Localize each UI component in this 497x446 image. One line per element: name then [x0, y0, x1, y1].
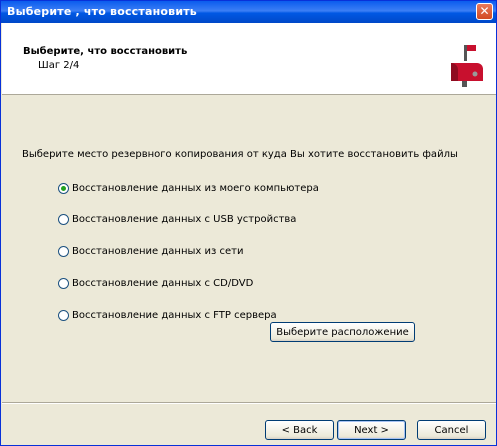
step-indicator: Шаг 2/4: [38, 60, 80, 71]
wizard-header: Выберите, что восстановить Шаг 2/4: [2, 23, 496, 95]
close-button[interactable]: ✕: [476, 3, 493, 20]
option-network[interactable]: Восстановление данных из сети: [58, 244, 243, 258]
cancel-button[interactable]: Cancel: [417, 420, 486, 440]
radio-button[interactable]: [58, 182, 69, 194]
mailbox-icon: [451, 45, 483, 87]
radio-button[interactable]: [58, 309, 69, 321]
next-button[interactable]: Next >: [337, 420, 406, 440]
back-button[interactable]: < Back: [265, 420, 334, 440]
choose-location-button[interactable]: Выберите расположение: [270, 322, 415, 342]
option-usb-device[interactable]: Восстановление данных с USB устройства: [58, 212, 296, 226]
window-title: Выберите , что восстановить: [7, 5, 197, 18]
option-local-computer[interactable]: Восстановление данных из моего компьютер…: [58, 181, 319, 195]
radio-button[interactable]: [58, 245, 69, 257]
option-label: Восстановление данных с CD/DVD: [72, 277, 254, 289]
option-label: Восстановление данных с FTP сервера: [72, 309, 277, 321]
option-label: Восстановление данных с USB устройства: [72, 213, 297, 225]
header-title: Выберите, что восстановить: [23, 46, 188, 57]
restore-wizard-window: Выберите , что восстановить ✕ Выберите, …: [0, 0, 497, 446]
option-label: Восстановление данных из моего компьютер…: [72, 182, 319, 194]
option-ftp-server[interactable]: Восстановление данных с FTP сервера: [58, 308, 277, 322]
footer-divider: [2, 402, 496, 404]
radio-button[interactable]: [58, 277, 69, 289]
option-label: Восстановление данных из сети: [72, 245, 244, 257]
instruction-text: Выберите место резервного копирования от…: [22, 149, 458, 160]
option-cd-dvd[interactable]: Восстановление данных с CD/DVD: [58, 276, 253, 290]
title-bar[interactable]: Выберите , что восстановить ✕: [1, 1, 496, 23]
radio-button[interactable]: [58, 213, 69, 225]
